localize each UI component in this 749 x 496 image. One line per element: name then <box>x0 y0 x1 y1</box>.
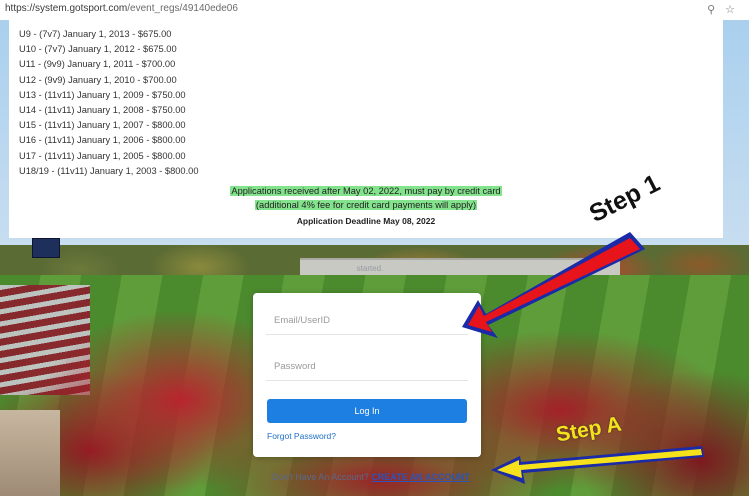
background-faded-text: started. <box>356 264 384 273</box>
login-card: Log In Forgot Password? <box>253 293 481 457</box>
url-text[interactable]: https://system.gotsport.com/event_regs/4… <box>5 3 238 14</box>
fee-item: U18/19 - (11v11) January 1, 2003 - $800.… <box>19 165 199 176</box>
fee-list: U9 - (7v7) January 1, 2013 - $675.00 U10… <box>19 27 199 179</box>
email-field[interactable] <box>266 307 468 335</box>
fee-item: U12 - (9v9) January 1, 2010 - $700.00 <box>19 74 177 85</box>
login-button[interactable]: Log In <box>267 399 467 423</box>
notice-line-1: Applications received after May 02, 2022… <box>230 186 502 196</box>
fee-item: U10 - (7v7) January 1, 2012 - $675.00 <box>19 44 177 55</box>
create-account-line: Don't Have An Account? CREATE AN ACCOUNT <box>272 472 470 482</box>
password-field[interactable] <box>266 353 468 381</box>
fee-item: U17 - (11v11) January 1, 2005 - $800.00 <box>19 150 186 161</box>
fee-item: U11 - (9v9) January 1, 2011 - $700.00 <box>19 59 176 70</box>
walkway <box>0 410 60 496</box>
browser-address-bar[interactable]: https://system.gotsport.com/event_regs/4… <box>0 0 749 21</box>
forgot-password-link[interactable]: Forgot Password? <box>267 431 336 441</box>
fee-item: U16 - (11v11) January 1, 2006 - $800.00 <box>19 135 186 146</box>
favorites-icon[interactable]: ☆ <box>725 4 745 16</box>
search-icon[interactable]: ⚲ <box>707 4 725 16</box>
fee-item: U9 - (7v7) January 1, 2013 - $675.00 <box>19 29 172 39</box>
browser-toolbar-icons: ⚲☆ <box>707 3 745 16</box>
fee-item: U15 - (11v11) January 1, 2007 - $800.00 <box>19 120 186 131</box>
fee-item: U14 - (11v11) January 1, 2008 - $750.00 <box>19 104 186 115</box>
create-account-link[interactable]: CREATE AN ACCOUNT <box>371 472 470 482</box>
notice-line-2: (additional 4% fee for credit card payme… <box>254 200 478 210</box>
scoreboard <box>32 238 60 258</box>
fee-item: U13 - (11v11) January 1, 2009 - $750.00 <box>19 89 186 100</box>
account-prompt: Don't Have An Account? <box>272 472 372 482</box>
